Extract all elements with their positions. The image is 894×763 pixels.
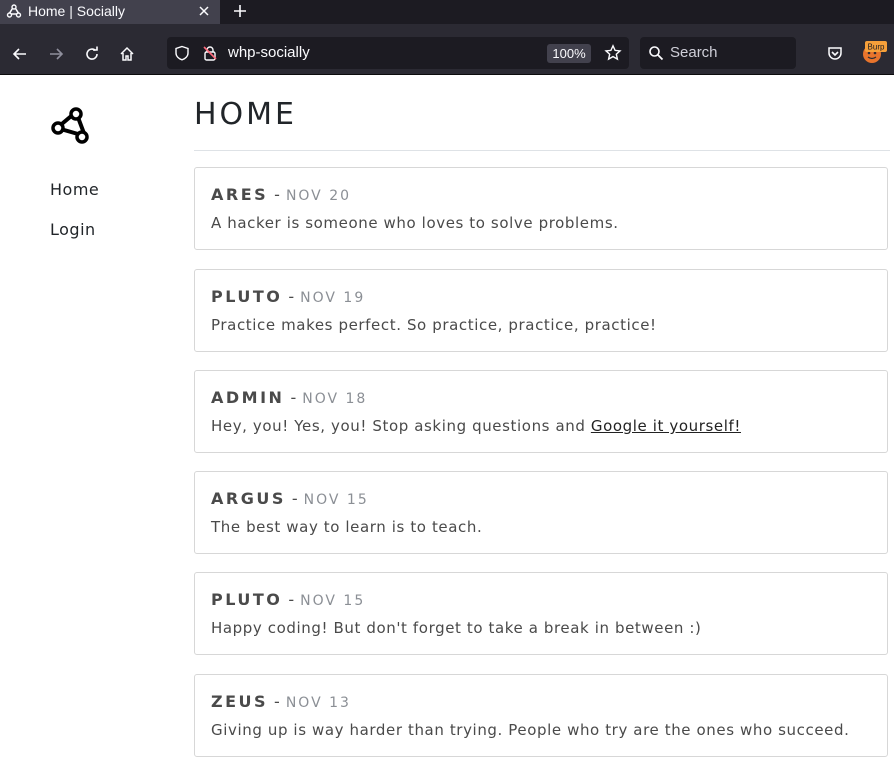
post-separator: - — [290, 388, 297, 407]
post-author[interactable]: PLUTO — [211, 287, 282, 306]
burp-label: Burp — [868, 43, 885, 52]
browser-tab[interactable]: Home | Socially — [0, 0, 220, 24]
home-icon[interactable] — [118, 45, 136, 63]
tab-bar: Home | Socially — [0, 0, 894, 24]
post-text: Giving up is way harder than trying. Peo… — [211, 721, 850, 739]
back-arrow-icon[interactable] — [11, 45, 29, 63]
post-date: NOV 13 — [285, 695, 351, 711]
page-title: HOME — [194, 97, 298, 132]
post-date: NOV 15 — [303, 492, 369, 508]
bookmark-star-icon[interactable] — [604, 44, 622, 62]
burp-extension-icon[interactable]: Burp — [862, 40, 888, 64]
close-tab-icon[interactable] — [196, 3, 212, 19]
post-text: Happy coding! But don't forget to take a… — [211, 619, 702, 637]
post-date: NOV 18 — [302, 391, 368, 407]
post-card: ADMIN - NOV 18 Hey, you! Yes, you! Stop as… — [194, 370, 888, 453]
search-icon — [649, 46, 664, 61]
post-card: ARGUS - NOV 15 The best way to learn is to… — [194, 471, 888, 554]
socially-logo-icon — [51, 107, 89, 144]
post-text: The best way to learn is to teach. — [211, 518, 483, 536]
reload-icon[interactable] — [83, 45, 101, 63]
post-separator: - — [274, 692, 280, 711]
post-card: PLUTO - NOV 19 Practice makes perfect. So … — [194, 269, 888, 352]
post-separator: - — [288, 287, 295, 306]
forward-arrow-icon[interactable] — [47, 45, 65, 63]
new-tab-icon[interactable] — [232, 3, 248, 19]
post-author[interactable]: PLUTO — [211, 590, 282, 609]
post-date: NOV 19 — [300, 290, 366, 306]
post-card: PLUTO - NOV 15 Happy coding! But don't for… — [194, 572, 888, 655]
post-author[interactable]: ARES — [211, 185, 268, 204]
socially-favicon-icon — [6, 4, 22, 18]
post-card: ARES - NOV 20 A hacker is someone who love… — [194, 167, 888, 250]
post-author[interactable]: ZEUS — [211, 692, 268, 711]
post-date: NOV 15 — [300, 593, 366, 609]
post-text: Practice makes perfect. So practice, pra… — [211, 316, 657, 334]
post-separator: - — [291, 489, 298, 508]
shield-icon[interactable] — [174, 45, 190, 61]
insecure-lock-icon[interactable] — [202, 45, 218, 61]
post-date: NOV 20 — [285, 188, 352, 204]
sidebar-item-login[interactable]: Login — [50, 220, 96, 239]
title-divider — [194, 150, 890, 151]
url-text[interactable]: whp-socially — [228, 44, 310, 61]
search-placeholder[interactable]: Search — [670, 44, 718, 61]
sidebar-item-home[interactable]: Home — [50, 180, 99, 199]
post-text: A hacker is someone who loves to solve p… — [211, 214, 619, 232]
post-author[interactable]: ARGUS — [211, 489, 286, 508]
zoom-level[interactable]: 100% — [547, 44, 591, 63]
post-author[interactable]: ADMIN — [211, 388, 284, 407]
post-text-body: Hey, you! Yes, you! Stop asking question… — [211, 417, 591, 435]
post-separator: - — [274, 185, 280, 204]
pocket-icon[interactable] — [826, 45, 844, 63]
post-card: ZEUS - NOV 13 Giving up is way harder than… — [194, 674, 888, 757]
tab-title: Home | Socially — [28, 3, 126, 19]
post-separator: - — [288, 590, 295, 609]
google-it-link[interactable]: Google it yourself! — [591, 417, 741, 435]
post-text: Hey, you! Yes, you! Stop asking question… — [211, 417, 741, 435]
